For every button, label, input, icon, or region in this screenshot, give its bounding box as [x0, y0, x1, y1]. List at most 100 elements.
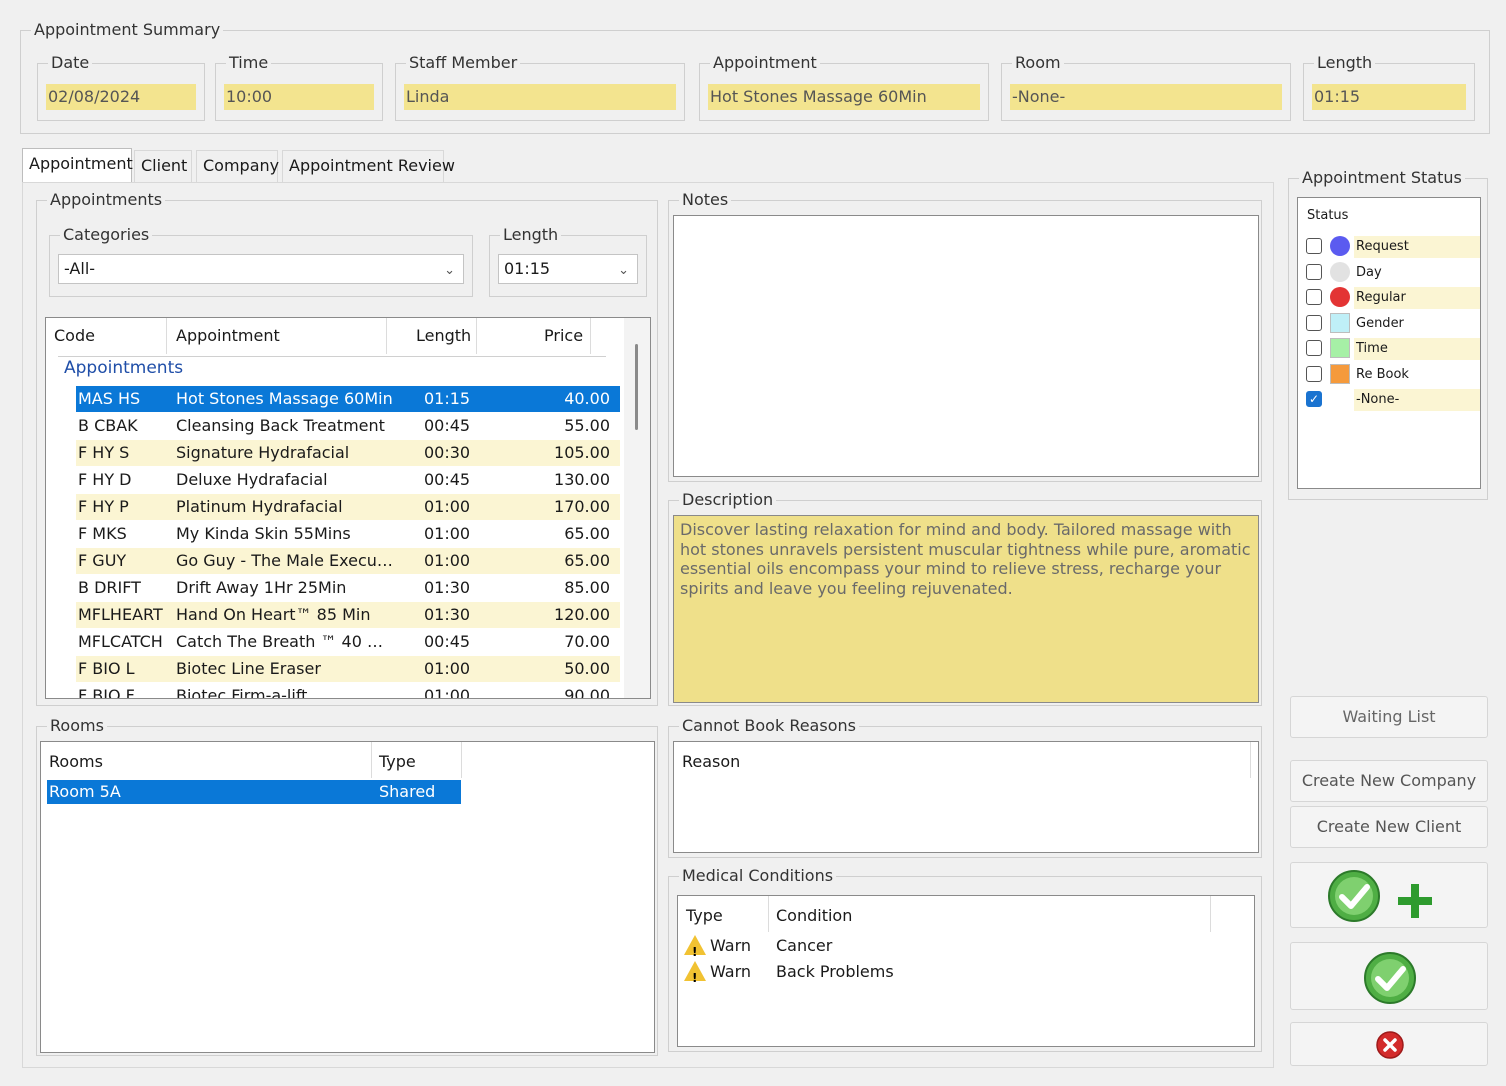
status-item-day[interactable]: Day: [1306, 261, 1480, 286]
waiting-list-button[interactable]: Waiting List: [1290, 696, 1488, 738]
appointment-name-cell: Cleansing Back Treatment: [176, 416, 385, 435]
status-checkbox[interactable]: [1306, 314, 1322, 331]
col-header-code[interactable]: Code: [54, 326, 95, 345]
appointment-name-cell: Deluxe Hydrafacial: [176, 470, 328, 489]
table-row[interactable]: Warn Cancer: [684, 934, 1084, 964]
cannot-book-list[interactable]: Reason: [673, 741, 1259, 853]
status-label: Re Book: [1356, 366, 1409, 382]
appointment-code-cell: MAS HS: [78, 389, 141, 408]
status-checkbox[interactable]: [1306, 289, 1322, 305]
status-list[interactable]: Status Request Day Regular Gender Time Re Boo…: [1297, 197, 1481, 489]
status-checkbox[interactable]: [1306, 340, 1322, 356]
status-color-swatch: [1330, 338, 1350, 358]
status-item-none[interactable]: ✓ -None-: [1306, 389, 1480, 413]
appointment-name-cell: Biotec Firm-a-lift: [176, 686, 308, 699]
status-item-re-book[interactable]: Re Book: [1306, 363, 1480, 388]
appointments-list[interactable]: Code Appointment Length Price Appointmen…: [45, 317, 651, 699]
appointment-name-cell: Drift Away 1Hr 25Min: [176, 578, 347, 597]
description-group: Description Discover lasting relaxation …: [668, 490, 1262, 706]
room-field[interactable]: -None-: [1010, 84, 1282, 110]
vertical-scrollbar[interactable]: [624, 318, 650, 698]
create-new-client-button[interactable]: Create New Client: [1290, 806, 1488, 848]
scrollbar-thumb[interactable]: [635, 344, 638, 430]
col-header-price[interactable]: Price: [544, 326, 583, 345]
ok-button[interactable]: [1290, 942, 1488, 1010]
col-header-reason[interactable]: Reason: [682, 752, 740, 771]
status-checkbox[interactable]: [1306, 263, 1322, 280]
notes-textarea[interactable]: [673, 215, 1259, 477]
tab-appointment-review[interactable]: Appointment Review: [282, 150, 455, 182]
status-item-gender[interactable]: Gender: [1306, 312, 1480, 337]
date-field[interactable]: 02/08/2024: [46, 84, 196, 110]
appointment-code-cell: F BIO F: [78, 686, 135, 699]
length-filter-label: Length: [500, 225, 562, 244]
rooms-list[interactable]: Rooms Type Room 5A Shared: [40, 741, 655, 1053]
col-header-type[interactable]: Type: [686, 906, 723, 925]
appointment-name-group: Appointment Hot Stones Massage 60Min: [699, 53, 989, 121]
time-field[interactable]: 10:00: [224, 84, 374, 110]
warning-icon: [684, 961, 706, 990]
staff-member-field[interactable]: Linda: [404, 84, 676, 110]
description-title: Description: [679, 490, 777, 509]
status-checkbox[interactable]: [1306, 365, 1322, 382]
tab-appointment[interactable]: Appointment: [22, 148, 133, 182]
status-color-swatch: [1330, 287, 1350, 307]
col-header-rooms[interactable]: Rooms: [49, 752, 103, 771]
appointment-length-cell: 01:00: [424, 551, 471, 570]
table-row[interactable]: F HY P Platinum Hydrafacial 01:00 170.00: [76, 494, 620, 520]
status-checkbox[interactable]: ✓: [1306, 391, 1322, 407]
col-header-type[interactable]: Type: [379, 752, 416, 771]
categories-dropdown[interactable]: -All- ⌄: [58, 254, 464, 284]
length-filter-dropdown[interactable]: 01:15 ⌄: [498, 254, 638, 284]
tab-client[interactable]: Client: [134, 150, 192, 182]
status-item-time[interactable]: Time: [1306, 338, 1480, 362]
appointment-price-cell: 65.00: [564, 524, 610, 543]
col-header-length[interactable]: Length: [416, 326, 471, 345]
table-row[interactable]: F BIO F Biotec Firm-a-lift 01:00 90.00: [76, 683, 620, 699]
appointment-name-cell: Hot Stones Massage 60Min: [176, 389, 393, 408]
table-row[interactable]: F GUY Go Guy - The Male Execu… 01:00 65.00: [76, 548, 620, 574]
medical-conditions-list[interactable]: Type Condition Warn Cancer Warn Back Pro…: [677, 895, 1255, 1047]
time-label: Time: [226, 53, 272, 72]
room-group: Room -None-: [1001, 53, 1291, 121]
appointment-name-cell: Hand On Heart™ 85 Min: [176, 605, 371, 624]
appointment-status-group: Appointment Status Status Request Day Regu…: [1288, 168, 1488, 500]
table-row[interactable]: MFLHEART Hand On Heart™ 85 Min 01:30 120.00: [76, 602, 620, 628]
table-row[interactable]: MFLCATCH Catch The Breath ™ 40 … 00:45 70.0…: [76, 629, 620, 655]
table-row[interactable]: B DRIFT Drift Away 1Hr 25Min 01:30 85.00: [76, 575, 620, 601]
tab-company[interactable]: Company: [196, 150, 279, 182]
appointment-price-cell: 90.00: [564, 686, 610, 699]
appointment-price-cell: 170.00: [554, 497, 610, 516]
table-row[interactable]: F HY D Deluxe Hydrafacial 00:45 130.00: [76, 467, 620, 493]
cancel-button[interactable]: [1290, 1022, 1488, 1066]
table-row[interactable]: MAS HS Hot Stones Massage 60Min 01:15 40.00: [76, 386, 620, 412]
table-row[interactable]: F MKS My Kinda Skin 55Mins 01:00 65.00: [76, 521, 620, 547]
ok-check-icon: [1364, 952, 1416, 1004]
appointment-price-cell: 40.00: [564, 389, 610, 408]
table-row[interactable]: B CBAK Cleansing Back Treatment 00:45 55.00: [76, 413, 620, 439]
status-label: Time: [1354, 338, 1480, 360]
appointment-length-cell: 01:00: [424, 497, 471, 516]
appointment-name-field[interactable]: Hot Stones Massage 60Min: [708, 84, 980, 110]
status-checkbox[interactable]: [1306, 238, 1322, 254]
table-row[interactable]: F HY S Signature Hydrafacial 00:30 105.00: [76, 440, 620, 466]
col-header-appointment[interactable]: Appointment: [176, 326, 280, 345]
table-row[interactable]: Room 5A Shared: [47, 780, 461, 804]
status-item-request[interactable]: Request: [1306, 236, 1480, 260]
ok-check-icon: [1328, 870, 1380, 922]
warning-icon: [684, 935, 706, 964]
status-item-regular[interactable]: Regular: [1306, 287, 1480, 311]
room-name-cell: Room 5A: [49, 782, 121, 801]
length-field[interactable]: 01:15: [1312, 84, 1466, 110]
medical-condition-cell: Back Problems: [776, 962, 894, 981]
status-label: Request: [1354, 236, 1480, 258]
table-row[interactable]: F BIO L Biotec Line Eraser 01:00 50.00: [76, 656, 620, 682]
col-header-condition[interactable]: Condition: [776, 906, 852, 925]
plus-icon: [1398, 884, 1432, 918]
date-label: Date: [48, 53, 93, 72]
create-new-company-button[interactable]: Create New Company: [1290, 760, 1488, 802]
appointment-name-cell: Catch The Breath ™ 40 …: [176, 632, 383, 651]
table-row[interactable]: Warn Back Problems: [684, 960, 1084, 990]
ok-and-new-button[interactable]: [1290, 862, 1488, 928]
description-text[interactable]: Discover lasting relaxation for mind and…: [673, 515, 1259, 703]
